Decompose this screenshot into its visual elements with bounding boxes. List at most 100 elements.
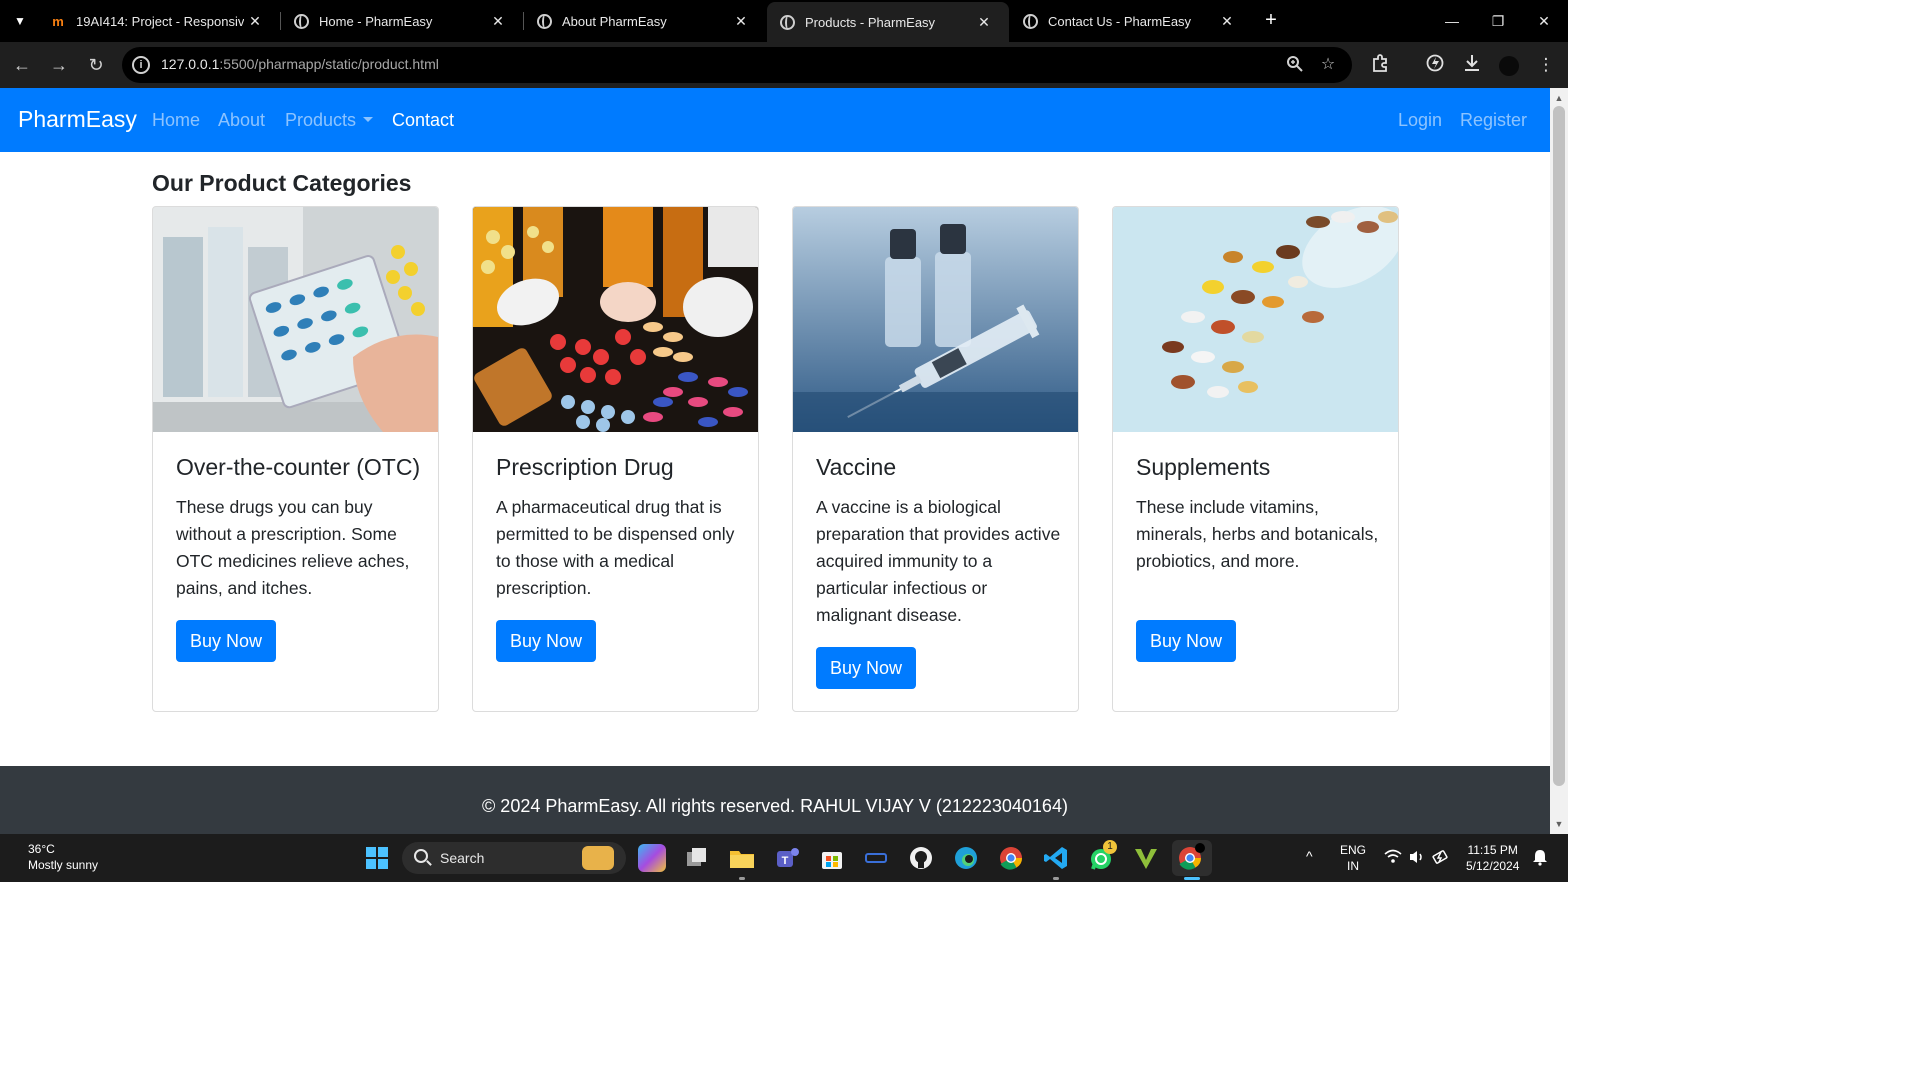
prescription-pills-image — [473, 207, 758, 432]
url-host: 127.0.0.1 — [161, 56, 220, 72]
tab-contact[interactable]: Contact Us - PharmEasy ✕ — [1010, 0, 1252, 42]
tab-title: About PharmEasy — [562, 13, 667, 29]
battery-charging-icon[interactable] — [1432, 849, 1450, 868]
nav-link-contact[interactable]: Contact — [392, 110, 454, 131]
windows-start-icon[interactable] — [363, 844, 391, 872]
nav-link-products[interactable]: Products — [285, 110, 374, 131]
scrollbar-thumb[interactable] — [1553, 106, 1565, 786]
tab-products[interactable]: Products - PharmEasy ✕ — [767, 2, 1009, 42]
app-launcher-icon[interactable] — [862, 844, 890, 872]
globe-icon — [1022, 13, 1038, 29]
close-tab-icon[interactable]: ✕ — [730, 13, 752, 30]
edge-icon[interactable] — [952, 844, 980, 872]
running-indicator — [739, 877, 745, 880]
volume-icon[interactable] — [1408, 849, 1426, 868]
card-text: A vaccine is a biological preparation th… — [816, 497, 1061, 625]
search-label: Search — [440, 850, 485, 866]
task-view-icon[interactable] — [683, 844, 711, 872]
vscode-icon[interactable] — [1042, 844, 1070, 872]
tab-title: Contact Us - PharmEasy — [1048, 13, 1192, 29]
site-info-icon[interactable]: i — [132, 56, 150, 74]
scroll-up-arrow-icon[interactable]: ▲ — [1550, 90, 1568, 106]
nav-link-home[interactable]: Home — [152, 110, 200, 131]
whatsapp-icon[interactable]: 1 — [1087, 840, 1117, 872]
search-icon — [414, 849, 428, 863]
globe-icon — [293, 13, 309, 29]
notification-badge: 1 — [1103, 840, 1117, 854]
footer-copyright: © 2024 PharmEasy. All rights reserved. R… — [482, 796, 1068, 816]
copilot-icon[interactable] — [638, 844, 666, 872]
card-title: Supplements — [1136, 454, 1271, 480]
more-menu-icon[interactable]: ⋮ — [1534, 53, 1558, 77]
weather-desc: Mostly sunny — [28, 858, 99, 872]
chrome-icon[interactable] — [997, 844, 1025, 872]
chrome-active-icon[interactable] — [1172, 840, 1212, 876]
page-scrollbar[interactable]: ▲ ▼ — [1550, 88, 1568, 834]
download-icon[interactable] — [1460, 53, 1484, 77]
tab-title: Home - PharmEasy — [319, 13, 433, 29]
nav-link-login[interactable]: Login — [1398, 110, 1442, 131]
bookmark-star-icon[interactable]: ☆ — [1318, 55, 1338, 75]
globe-icon — [536, 13, 552, 29]
tab-about[interactable]: About PharmEasy ✕ — [524, 0, 766, 42]
buy-now-button[interactable]: Buy Now — [176, 620, 277, 662]
weather-widget[interactable]: 36°C Mostly sunny — [28, 841, 98, 873]
tab-home[interactable]: Home - PharmEasy ✕ — [281, 0, 523, 42]
product-card-supplements: Supplements These include vitamins, mine… — [1112, 206, 1399, 712]
close-tab-icon[interactable]: ✕ — [973, 14, 995, 31]
search-highlight-icon — [582, 846, 614, 870]
microsoft-store-icon[interactable] — [818, 844, 846, 872]
new-tab-icon[interactable]: + — [1260, 9, 1282, 33]
navbar-brand[interactable]: PharmEasy — [18, 106, 137, 133]
browser-toolbar: ← → ↻ i 127.0.0.1:5500/pharmapp/static/p… — [0, 42, 1568, 88]
weather-temp: 36°C — [28, 842, 55, 856]
active-indicator — [1184, 877, 1200, 880]
reload-icon[interactable]: ↻ — [84, 53, 108, 77]
back-arrow-icon[interactable]: ← — [10, 53, 34, 77]
restore-icon[interactable]: ❐ — [1475, 0, 1521, 42]
card-text: A pharmaceutical drug that is permitted … — [496, 497, 735, 598]
clock[interactable]: 11:15 PM 5/12/2024 — [1466, 842, 1519, 874]
product-card-vaccine: Vaccine A vaccine is a biological prepar… — [792, 206, 1079, 712]
extensions-puzzle-icon[interactable] — [1369, 53, 1393, 77]
close-tab-icon[interactable]: ✕ — [487, 13, 509, 30]
show-hidden-icons-chevron[interactable]: ^ — [1306, 848, 1313, 864]
notification-bell-icon[interactable] — [1532, 848, 1548, 869]
vaccine-vials-image — [793, 207, 1078, 432]
clock-date: 5/12/2024 — [1466, 859, 1520, 873]
card-title: Prescription Drug — [496, 454, 674, 480]
page-viewport: PharmEasy Home About Products Contact Lo… — [0, 88, 1550, 834]
supplements-capsules-image — [1113, 207, 1398, 432]
tab-title: Products - PharmEasy — [805, 14, 936, 30]
buy-now-button[interactable]: Buy Now — [496, 620, 597, 662]
zoom-icon[interactable] — [1285, 55, 1305, 75]
nav-link-register[interactable]: Register — [1460, 110, 1527, 131]
wifi-icon[interactable] — [1384, 849, 1402, 868]
tab-search-chevron-icon[interactable]: ▼ — [8, 9, 32, 33]
language-indicator[interactable]: ENG IN — [1340, 842, 1366, 874]
github-icon[interactable] — [907, 844, 935, 872]
otc-pills-image — [153, 207, 438, 432]
nav-link-about[interactable]: About — [218, 110, 265, 131]
card-title: Vaccine — [816, 454, 897, 480]
taskbar-search-input[interactable]: Search — [402, 842, 626, 874]
minimize-icon[interactable]: — — [1429, 0, 1475, 42]
close-tab-icon[interactable]: ✕ — [244, 13, 266, 30]
moodle-icon: m — [52, 13, 64, 29]
close-tab-icon[interactable]: ✕ — [1216, 13, 1238, 30]
buy-now-button[interactable]: Buy Now — [816, 647, 917, 689]
scroll-down-arrow-icon[interactable]: ▼ — [1550, 816, 1568, 832]
address-bar[interactable]: i 127.0.0.1:5500/pharmapp/static/product… — [122, 47, 1352, 83]
product-card-otc: Over-the-counter (OTC) These drugs you c… — [152, 206, 439, 712]
teams-icon[interactable]: T — [773, 844, 801, 872]
close-window-icon[interactable]: ✕ — [1521, 0, 1567, 42]
profile-avatar-icon[interactable] — [1497, 53, 1521, 77]
url-text[interactable]: 127.0.0.1:5500/pharmapp/static/product.h… — [161, 56, 439, 72]
browser-tab-strip: ▼ m 19AI414: Project - Responsive W ✕ Ho… — [0, 0, 1568, 42]
forward-arrow-icon[interactable]: → — [47, 53, 71, 77]
tab-project[interactable]: m 19AI414: Project - Responsive W ✕ — [38, 0, 280, 42]
file-explorer-icon[interactable] — [728, 844, 756, 872]
performance-icon[interactable] — [1423, 53, 1447, 77]
vite-icon[interactable] — [1132, 844, 1160, 872]
buy-now-button[interactable]: Buy Now — [1136, 620, 1237, 662]
